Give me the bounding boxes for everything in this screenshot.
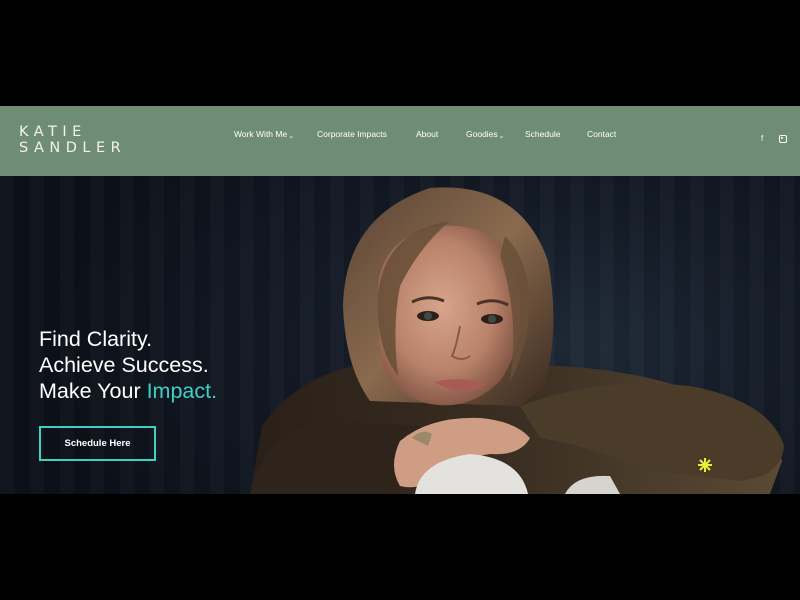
nav-item-about[interactable]: About <box>416 129 438 139</box>
nav-item-label: Corporate Impacts <box>317 129 387 139</box>
headline-line-2: Achieve Success. <box>39 353 209 377</box>
nav-item-contact[interactable]: Contact <box>587 129 616 139</box>
hero-headline: Find Clarity. Achieve Success. Make Your… <box>39 326 217 404</box>
logo-line-last: SANDLER <box>19 140 127 156</box>
nav-item-goodies[interactable]: Goodies⌄ <box>466 129 505 140</box>
nav-item-schedule[interactable]: Schedule <box>525 129 560 139</box>
hero-section: Find Clarity. Achieve Success. Make Your… <box>0 176 800 494</box>
site-logo[interactable]: KATIE SANDLER <box>19 124 126 156</box>
nav-item-label: Work With Me <box>234 129 288 139</box>
headline-accent-word: Impact. <box>146 379 218 403</box>
top-letterbox <box>0 0 800 106</box>
chevron-down-icon: ⌄ <box>288 133 295 140</box>
nav-item-work-with-me[interactable]: Work With Me⌄ <box>234 129 294 140</box>
nav-item-label: Contact <box>587 129 617 139</box>
logo-line-first: KATIE <box>19 124 87 140</box>
nav-item-label: Schedule <box>525 129 561 139</box>
headline-line-3: Make Your Impact. <box>39 378 217 404</box>
bottom-letterbox <box>0 494 800 600</box>
nav-item-label: Goodies <box>466 129 498 139</box>
instagram-icon[interactable] <box>779 135 787 143</box>
chevron-down-icon: ⌄ <box>498 133 505 140</box>
headline-line-1: Find Clarity. <box>39 327 153 351</box>
nav-item-corporate-impacts[interactable]: Corporate Impacts <box>317 129 387 139</box>
facebook-icon[interactable]: f <box>761 134 763 143</box>
nav-item-label: About <box>416 129 439 139</box>
schedule-here-button[interactable]: Schedule Here <box>39 426 156 461</box>
site-header: KATIE SANDLER Work With Me⌄ Corporate Im… <box>0 106 800 176</box>
headline-line-3-prefix: Make Your <box>39 379 147 403</box>
